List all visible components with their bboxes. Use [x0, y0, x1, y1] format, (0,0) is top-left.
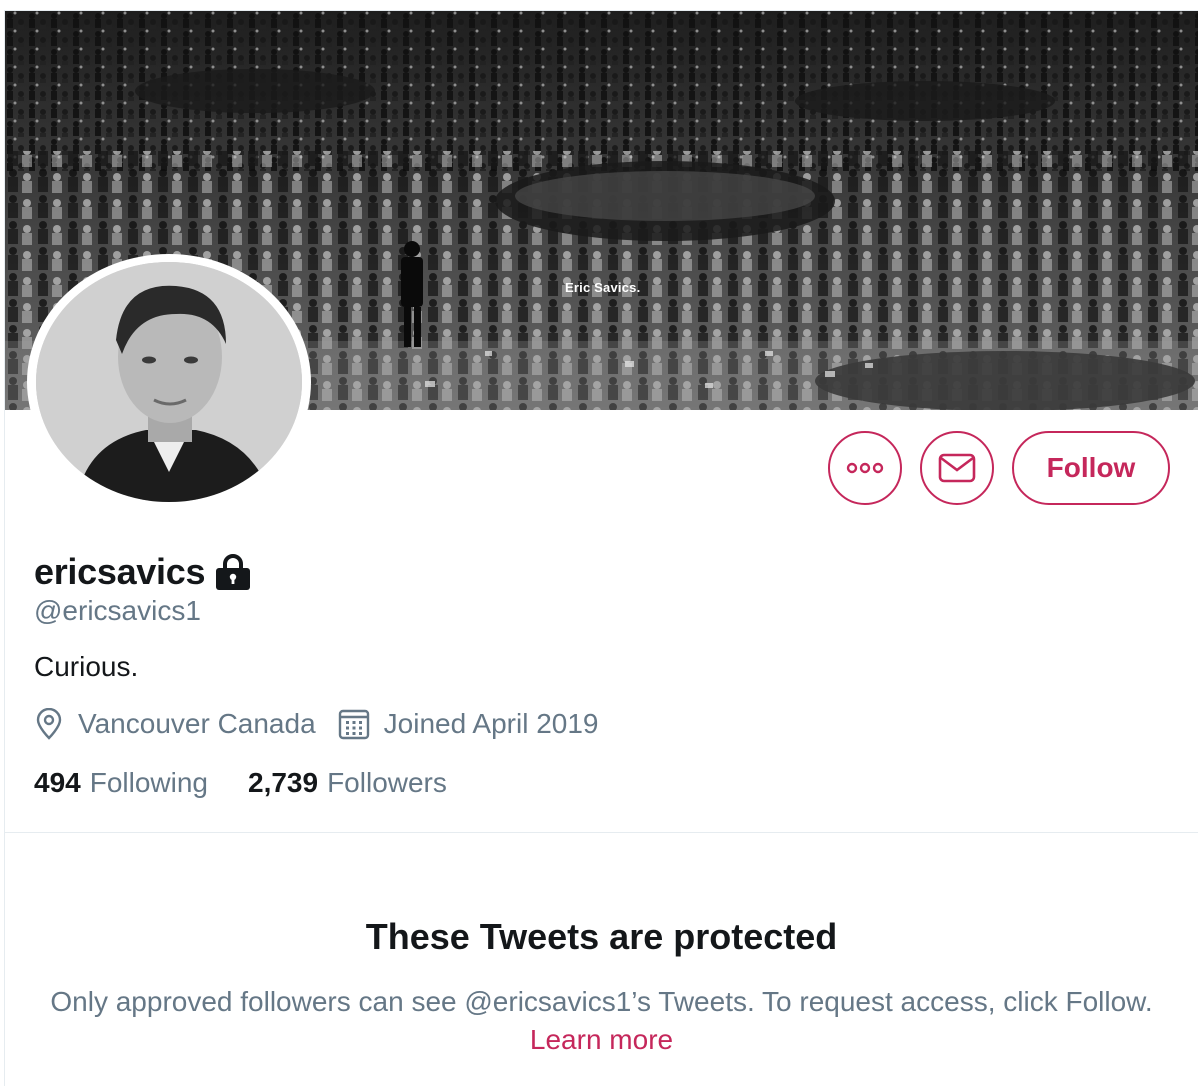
- profile-actions: Follow: [828, 431, 1170, 505]
- profile-meta: Vancouver Canada Joined April 2019: [34, 708, 598, 740]
- profile-frame: Eric Savics. Follow ericsavics @ericsavi…: [4, 10, 1198, 1086]
- following-link[interactable]: 494 Following: [34, 767, 208, 799]
- more-button[interactable]: [828, 431, 902, 505]
- calendar-icon: [338, 709, 369, 740]
- profile-stats: 494 Following 2,739 Followers: [34, 767, 447, 799]
- join-date-text: Joined April 2019: [383, 708, 599, 739]
- followers-link[interactable]: 2,739 Followers: [248, 767, 447, 799]
- avatar-photo: [36, 262, 302, 502]
- learn-more-link[interactable]: Learn more: [530, 1024, 673, 1055]
- banner-caption: Eric Savics.: [565, 280, 641, 295]
- followers-count: 2,739: [248, 767, 319, 798]
- avatar[interactable]: [27, 254, 311, 510]
- following-count: 494: [34, 767, 81, 798]
- location-pin-icon: [36, 708, 62, 740]
- followers-label: Followers: [327, 767, 447, 798]
- protected-title: These Tweets are protected: [365, 916, 838, 957]
- display-name: ericsavics: [34, 551, 206, 592]
- section-divider: [5, 832, 1198, 833]
- lock-icon: [216, 554, 251, 590]
- following-label: Following: [89, 767, 208, 798]
- protected-message: Only approved followers can see @ericsav…: [35, 983, 1168, 1059]
- location-text: Vancouver Canada: [78, 708, 316, 739]
- bio: Curious.: [34, 651, 139, 682]
- name-row: ericsavics: [34, 551, 253, 593]
- join-date: Joined April 2019: [338, 708, 599, 740]
- location: Vancouver Canada: [34, 708, 316, 740]
- more-icon: [846, 462, 884, 474]
- follow-button[interactable]: Follow: [1012, 431, 1170, 505]
- envelope-icon: [938, 453, 976, 483]
- message-button[interactable]: [920, 431, 994, 505]
- protected-text: Only approved followers can see @ericsav…: [50, 986, 1153, 1017]
- user-handle: @ericsavics1: [34, 595, 201, 626]
